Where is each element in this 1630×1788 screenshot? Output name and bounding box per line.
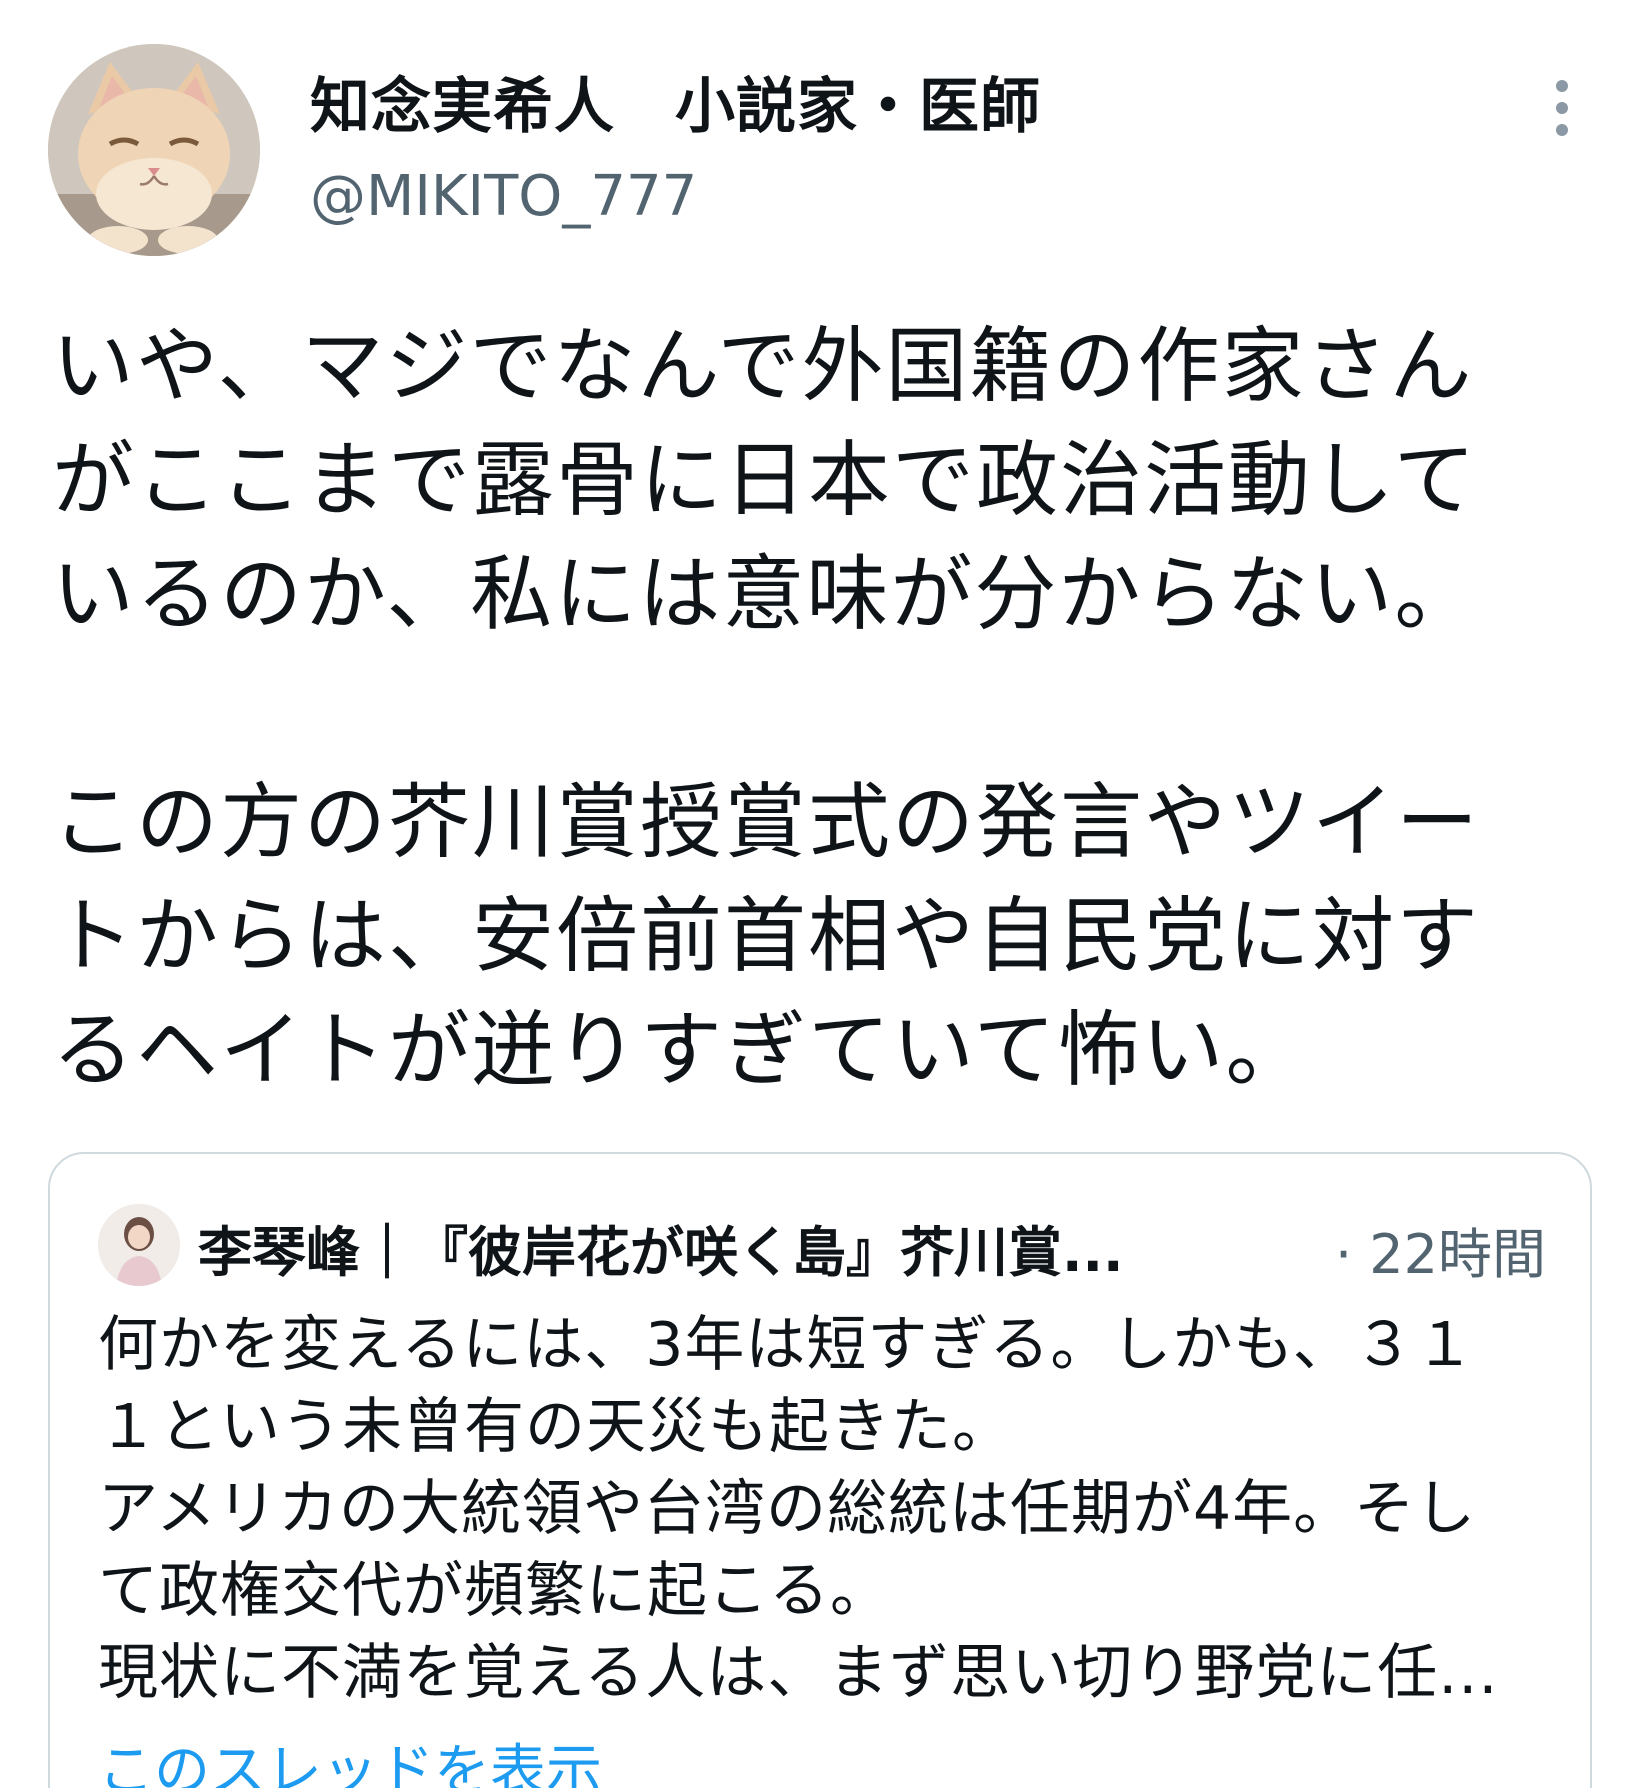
author-display-name[interactable]: 知念実希人 小説家・医師	[310, 58, 1041, 145]
tweet-line: この方の芥川賞授賞式の発言やツイー	[52, 775, 1481, 870]
quoted-line: て政権交代が頻繁に起こる。	[98, 1556, 891, 1626]
tweet-line: るヘイトが迸りすぎていて怖い。	[52, 1003, 1310, 1098]
quoted-tweet-card[interactable]: 李琴峰｜『彼岸花が咲く島』芥川賞... · 22時間 何かを変えるには、3年は短…	[48, 1152, 1592, 1788]
tweet-line: トからは、安倍前首相や自民党に対す	[52, 889, 1481, 984]
author-name: 知念実希人	[310, 72, 615, 142]
quoted-tweet-body: 何かを変えるには、3年は短すぎる。しかも、３１ １という未曾有の天災も起きた。 …	[98, 1304, 1558, 1714]
more-vertical-icon-dot	[1556, 102, 1568, 114]
tweet-line: がここまで露骨に日本で政治活動して	[52, 433, 1478, 528]
author-bio-tag: 小説家・医師	[675, 72, 1041, 142]
more-vertical-icon-dot	[1556, 124, 1568, 136]
tweet-line: いるのか、私には意味が分からない。	[52, 547, 1479, 642]
tweet-line: いや、マジでなんで外国籍の作家さん	[52, 319, 1474, 414]
show-thread-link[interactable]: このスレッドを表示	[98, 1726, 602, 1788]
more-options-button[interactable]	[1540, 80, 1584, 136]
tweet-body: いや、マジでなんで外国籍の作家さん がここまで露骨に日本で政治活動して いるのか…	[52, 310, 1592, 1108]
more-vertical-icon	[1556, 80, 1568, 92]
person-avatar-icon	[98, 1204, 180, 1286]
quoted-line: １という未曾有の天災も起きた。	[98, 1392, 1013, 1462]
quoted-author-name: 李琴峰｜『彼岸花が咲く島』芥川賞...	[198, 1221, 1124, 1284]
quoted-timestamp: · 22時間	[1334, 1223, 1546, 1286]
quoted-line: 現状に不満を覚える人は、まず思い切り野党に任...	[98, 1638, 1499, 1708]
cat-avatar-icon	[48, 44, 260, 256]
quoted-line: アメリカの大統領や台湾の総統は任期が4年。そし	[98, 1474, 1477, 1544]
tweet-detail: 知念実希人 小説家・医師 @MIKITO_777 いや、マジでなんで外国籍の作家さ…	[0, 0, 1630, 1788]
author-handle[interactable]: @MIKITO_777	[310, 164, 697, 229]
quoted-line: 何かを変えるには、3年は短すぎる。しかも、３１	[98, 1310, 1476, 1380]
author-avatar[interactable]	[48, 44, 260, 256]
quoted-author-avatar	[98, 1204, 180, 1286]
